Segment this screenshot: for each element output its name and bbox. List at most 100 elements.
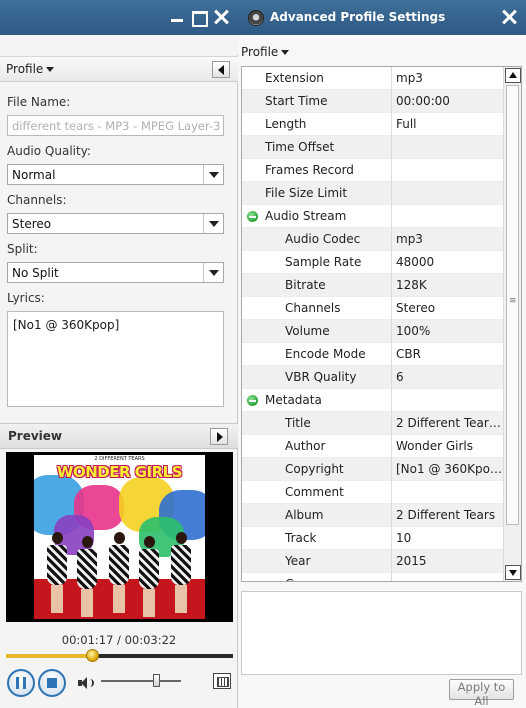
vertical-scrollbar[interactable] [503,67,521,581]
property-row[interactable]: VBR Quality 6 [242,366,504,389]
pause-icon [16,677,26,689]
property-value[interactable]: Stereo [396,301,502,315]
property-value[interactable]: 2015 [396,554,502,568]
maximize-icon[interactable] [190,9,208,27]
profile-menu[interactable]: Profile [6,62,55,76]
property-name: Metadata [265,393,322,407]
column-divider [391,205,392,228]
channels-select[interactable]: Stereo [7,213,224,234]
property-value[interactable]: 10 [396,531,502,545]
property-name: Start Time [265,94,328,108]
property-row[interactable]: Year 2015 [242,550,504,573]
column-divider [391,251,392,274]
audio-quality-select[interactable]: Normal [7,164,224,185]
property-name: Channels [285,301,341,315]
column-divider [391,573,392,581]
scroll-down-icon[interactable] [505,565,521,580]
expand-right-icon[interactable] [210,428,228,445]
profile-menu[interactable]: Profile [241,45,290,59]
property-value[interactable]: 128K [396,278,502,292]
stop-button[interactable] [38,669,66,697]
minimize-icon[interactable] [168,9,186,25]
property-row[interactable]: Genre [242,573,504,581]
property-group-row[interactable]: Metadata [242,389,504,412]
property-row[interactable]: File Size Limit [242,182,504,205]
chevron-down-icon[interactable] [203,214,223,233]
property-value[interactable]: mp3 [396,232,502,246]
column-divider [391,389,392,412]
property-name: Volume [285,324,330,338]
property-name: Extension [265,71,324,85]
volume-slider[interactable] [101,674,181,687]
property-value[interactable]: 6 [396,370,502,384]
album-art-figure [76,536,98,617]
property-row[interactable]: Start Time 00:00:00 [242,90,504,113]
property-row[interactable]: Author Wonder Girls [242,435,504,458]
scroll-up-icon[interactable] [505,68,521,83]
volume-handle[interactable] [153,674,161,687]
property-value[interactable]: Full [396,117,502,131]
lyrics-textarea[interactable]: [No1 @ 360Kpop] [7,311,224,407]
album-art-figure [138,536,160,617]
profile-label: Profile [241,45,279,59]
property-row[interactable]: Audio Codec mp3 [242,228,504,251]
property-row[interactable]: Sample Rate 48000 [242,251,504,274]
column-divider [391,412,392,435]
snapshot-icon[interactable] [213,673,231,689]
collapse-group-icon[interactable] [247,211,258,222]
property-row[interactable]: Length Full [242,113,504,136]
column-divider [391,343,392,366]
apply-to-all-button[interactable]: Apply to All [449,679,514,708]
column-divider [391,366,392,389]
album-art-figure [170,532,192,613]
split-select[interactable]: No Split [7,262,224,283]
chevron-down-icon [281,50,290,55]
property-row[interactable]: Time Offset [242,136,504,159]
property-name: Audio Codec [285,232,361,246]
property-group-row[interactable]: Audio Stream [242,205,504,228]
property-value[interactable]: 2 Different Tears [396,508,502,522]
close-icon[interactable] [500,9,518,25]
split-value: No Split [12,266,59,280]
speaker-icon[interactable] [78,676,94,690]
chevron-down-icon[interactable] [203,165,223,184]
pause-button[interactable] [7,669,35,697]
seek-bar[interactable] [6,649,233,662]
property-value[interactable]: CBR [396,347,502,361]
property-row[interactable]: Comment [242,481,504,504]
property-grid: Extension mp3 Start Time 00:00:00 Length Full… [241,66,522,582]
chevron-down-icon[interactable] [203,263,223,282]
property-row[interactable]: Encode Mode CBR [242,343,504,366]
description-area [241,591,522,675]
property-row[interactable]: Album 2 Different Tears [242,504,504,527]
collapse-group-icon[interactable] [247,395,258,406]
chevron-down-icon [46,67,55,72]
file-name-field[interactable]: different tears - MP3 - MPEG Layer-3 Au [7,115,224,136]
scroll-thumb[interactable] [506,85,519,525]
property-value[interactable]: mp3 [396,71,502,85]
property-value[interactable]: 48000 [396,255,502,269]
audio-quality-value: Normal [12,168,56,182]
property-name: Title [285,416,311,430]
property-value[interactable]: 2 Different Tears (... [396,416,502,430]
property-row[interactable]: Bitrate 128K [242,274,504,297]
column-divider [391,297,392,320]
property-value[interactable]: [No1 @ 360Kpop] [396,462,502,476]
property-row[interactable]: Title 2 Different Tears (... [242,412,504,435]
seek-handle[interactable] [86,649,100,662]
property-value[interactable]: Wonder Girls [396,439,502,453]
property-row[interactable]: Track 10 [242,527,504,550]
property-value[interactable]: 100% [396,324,502,338]
column-divider [391,550,392,573]
close-icon[interactable] [212,9,230,25]
property-row[interactable]: Frames Record [242,159,504,182]
album-art-subtitle: 2 DIFFERENT TEARS [94,456,145,462]
property-row[interactable]: Extension mp3 [242,67,504,90]
property-row[interactable]: Volume 100% [242,320,504,343]
property-list: Extension mp3 Start Time 00:00:00 Length Full… [242,67,504,581]
window-title: Advanced Profile Settings [270,10,446,24]
collapse-left-icon[interactable] [212,61,230,78]
property-row[interactable]: Copyright [No1 @ 360Kpop] [242,458,504,481]
property-value[interactable]: 00:00:00 [396,94,502,108]
property-row[interactable]: Channels Stereo [242,297,504,320]
